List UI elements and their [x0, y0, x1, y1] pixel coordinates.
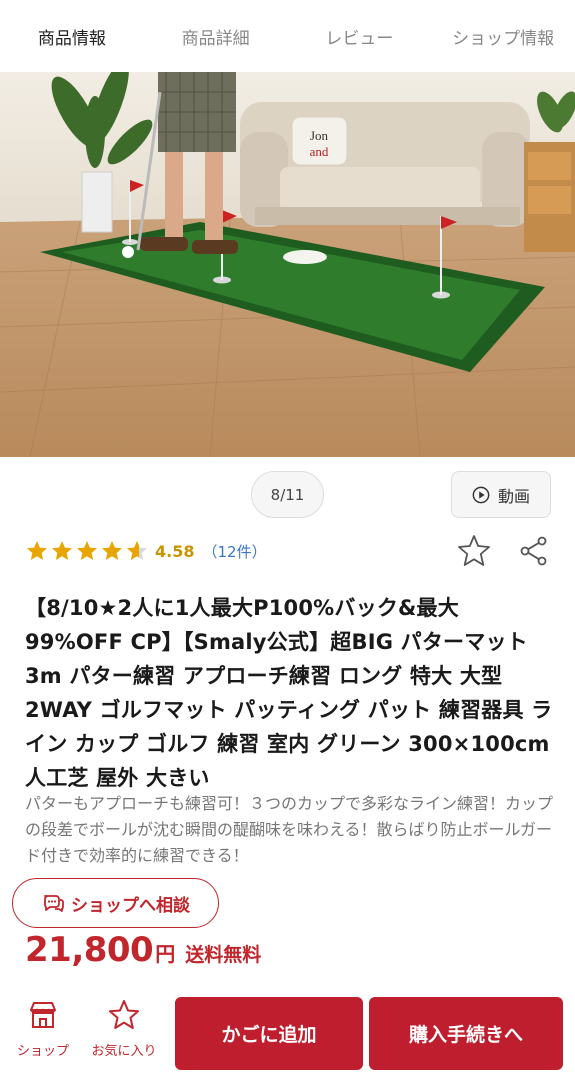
- product-description: パターもアプローチも練習可！３つのカップで多彩なライン練習！カップの段差でボール…: [25, 794, 554, 865]
- play-icon: [472, 486, 490, 503]
- price-currency: 円: [155, 942, 176, 966]
- star-partial-icon: [127, 541, 147, 560]
- price-row: 21,800 円 送料無料: [25, 930, 261, 980]
- star-full-icon: [102, 541, 122, 560]
- shop-icon: [30, 1002, 56, 1028]
- svg-text:and: and: [310, 144, 329, 159]
- favorite-button-label: お気に入り: [91, 1044, 157, 1059]
- add-to-cart-button[interactable]: かごに追加: [175, 997, 363, 1070]
- shop-consult-label: ショップへ相談: [71, 895, 190, 916]
- star-full-icon: [27, 541, 47, 560]
- product-title: 【8/10★2人に1人最大P100%バック&最大99%OFF CP】【Smaly…: [25, 596, 553, 790]
- star-full-icon: [52, 541, 72, 560]
- top-tab-bar: 商品情報 商品詳細 レビュー ショップ情報: [0, 0, 575, 72]
- rating-value: 4.58: [155, 541, 195, 561]
- shop-button[interactable]: ショップ: [3, 998, 83, 1070]
- rating-row: 4.58 （12件）: [25, 533, 550, 569]
- shop-consult-button[interactable]: ショップへ相談: [12, 878, 219, 928]
- price-amount: 21,800: [25, 930, 154, 970]
- rating-stars[interactable]: [25, 539, 149, 563]
- favorite-star-icon[interactable]: [456, 533, 492, 569]
- product-image[interactable]: Jon and: [0, 72, 575, 457]
- review-count-link[interactable]: （12件）: [202, 541, 266, 562]
- checkout-button[interactable]: 購入手続きへ: [369, 997, 563, 1070]
- star-full-icon: [77, 541, 97, 560]
- shop-button-label: ショップ: [16, 1044, 69, 1059]
- video-button[interactable]: 動画: [451, 471, 551, 518]
- image-pager: 8/11: [251, 471, 324, 518]
- tab-product-info[interactable]: 商品情報: [0, 0, 144, 72]
- chat-bubble-icon: [44, 895, 64, 912]
- tab-reviews[interactable]: レビュー: [288, 0, 432, 72]
- svg-text:Jon: Jon: [310, 128, 329, 143]
- bottom-action-bar: ショップ お気に入り かごに追加 購入手続きへ: [0, 992, 575, 1080]
- favorite-button[interactable]: お気に入り: [84, 998, 164, 1070]
- tab-shop-info[interactable]: ショップ情報: [431, 0, 575, 72]
- free-shipping-label: 送料無料: [185, 944, 262, 966]
- product-photo: Jon and: [0, 72, 575, 457]
- star-outline-icon: [109, 1000, 139, 1029]
- tab-product-details[interactable]: 商品詳細: [144, 0, 288, 72]
- video-button-label: 動画: [497, 486, 530, 506]
- share-icon[interactable]: [518, 535, 550, 567]
